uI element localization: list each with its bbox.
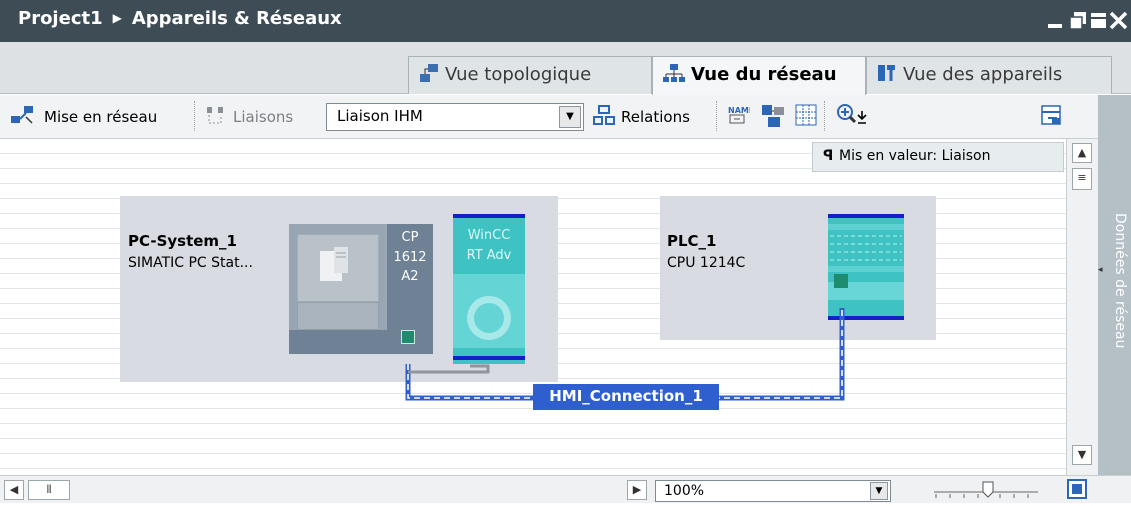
- scroll-left-icon[interactable]: ◀: [4, 480, 24, 500]
- collapse-arrow-icon[interactable]: ◂: [1098, 265, 1104, 285]
- bottom-bar: ◀ ⦀ ▶ 100% ▼: [0, 475, 1131, 503]
- chevron-down-icon[interactable]: ▼: [870, 482, 888, 500]
- scroll-thumb[interactable]: ≡: [1072, 168, 1092, 190]
- zoom-select[interactable]: 100% ▼: [655, 480, 891, 502]
- connection-label[interactable]: HMI_Connection_1: [533, 384, 719, 410]
- horizontal-scroll-thumb[interactable]: ⦀: [28, 480, 70, 500]
- internal-connection-line: [408, 364, 490, 374]
- close-icon[interactable]: [1108, 8, 1130, 32]
- scroll-down-icon[interactable]: ▼: [1072, 445, 1092, 465]
- float-window-icon[interactable]: [1068, 8, 1090, 32]
- zoom-slider[interactable]: [930, 478, 1042, 502]
- network-data-panel[interactable]: ◂ Données de réseau: [1098, 95, 1131, 475]
- scroll-right-icon[interactable]: ▶: [627, 480, 647, 500]
- side-panel-label: Données de réseau: [1112, 213, 1128, 349]
- overview-navigation-icon[interactable]: [1066, 478, 1090, 506]
- vertical-scrollbar[interactable]: ▲ ≡ ▼: [1066, 139, 1098, 475]
- scroll-up-icon[interactable]: ▲: [1072, 143, 1092, 163]
- zoom-value: 100%: [664, 483, 705, 499]
- maximize-icon[interactable]: [1088, 8, 1110, 32]
